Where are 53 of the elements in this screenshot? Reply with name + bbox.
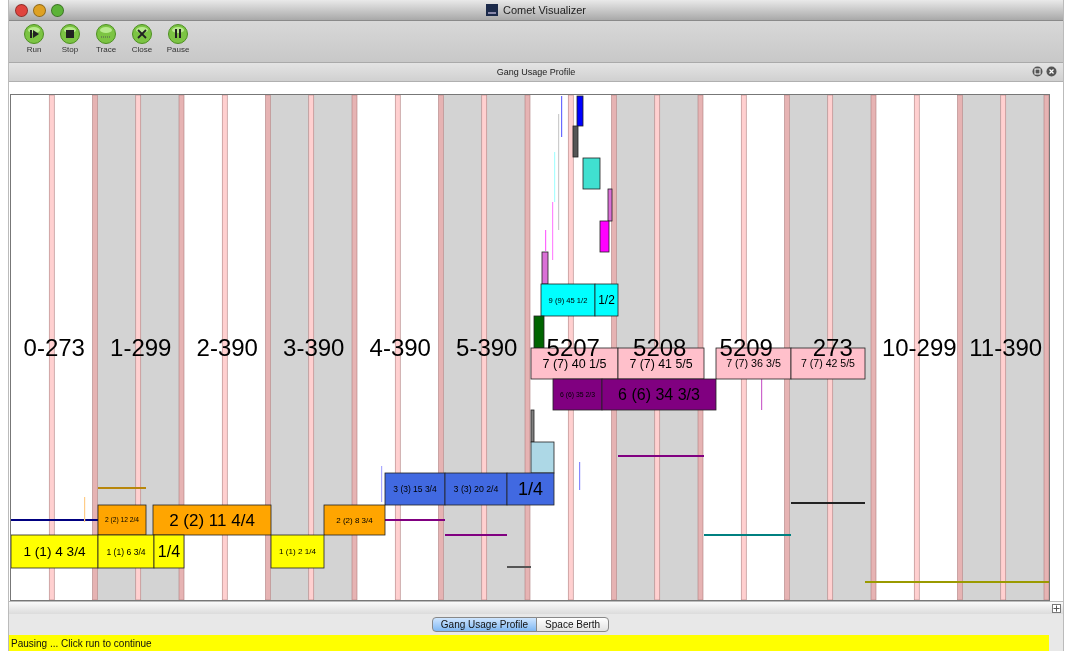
toolbar-button[interactable]: Run (19, 21, 49, 54)
block-label: 1/2 (598, 293, 615, 308)
track-line (385, 519, 445, 521)
restore-icon[interactable] (1032, 66, 1043, 77)
block-label: 7 (7) 42 5/5 (801, 357, 855, 370)
block-label: 7 (7) 40 1/5 (542, 356, 607, 371)
block-label: 7 (7) 41 5/5 (629, 356, 693, 371)
status-text: Pausing ... Click run to continue (11, 637, 152, 649)
block-label: 1/4 (157, 542, 181, 561)
block-label: 3 (3) 15 3/4 (393, 483, 437, 494)
app-icon (486, 4, 498, 16)
berth-label: 2-390 (196, 334, 258, 361)
minimize-window-button[interactable] (33, 3, 46, 17)
pause-icon (168, 24, 188, 44)
track-line (445, 534, 507, 536)
block-label: 7 (7) 36 3/5 (726, 357, 781, 370)
berth-label: 1-299 (110, 334, 172, 361)
track-line (545, 230, 547, 251)
berth-label: 11-390 (969, 334, 1043, 361)
toolbar-button[interactable]: Pause (163, 21, 193, 54)
expand-icon[interactable] (1052, 603, 1061, 613)
track-line (98, 487, 146, 489)
tab[interactable]: Space Berth (536, 616, 610, 632)
block-label: 1 (1) 2 1/4 (279, 547, 316, 557)
play-icon (24, 24, 44, 44)
toolbar-button[interactable]: Stop (55, 21, 85, 54)
block-label: 1/4 (518, 479, 543, 500)
berth-label: 0-273 (23, 334, 85, 361)
stop-icon (60, 24, 80, 44)
track-line (381, 466, 383, 502)
block-label: 1 (1) 4 3/4 (23, 544, 86, 560)
block-label: 2 (2) 11 4/4 (169, 510, 255, 530)
close-icon (132, 24, 152, 44)
block-label: 2 (2) 8 3/4 (336, 515, 373, 525)
track-line (507, 566, 531, 568)
close-icon[interactable] (1046, 66, 1057, 77)
block-label: 6 (6) 34 3/3 (618, 386, 700, 404)
block-label: 3 (3) 20 2/4 (453, 484, 499, 495)
zoom-window-button[interactable] (51, 3, 64, 17)
block-label: 1 (1) 6 3/4 (106, 546, 146, 557)
trace-icon (96, 24, 116, 44)
berth-label: 3-390 (283, 334, 345, 361)
track-line (761, 379, 763, 410)
toolbar-button[interactable]: Close (127, 21, 157, 54)
berth-label: 5-390 (456, 334, 518, 361)
berth-label: 10-299 (881, 334, 957, 361)
tab[interactable]: Gang Usage Profile (431, 616, 538, 632)
berth-label: 4-390 (369, 334, 431, 361)
toolbar-button[interactable]: Trace (91, 21, 121, 54)
track-line (579, 462, 581, 490)
window-title: Comet Visualizer (503, 4, 586, 16)
panel-title: Gang Usage Profile (496, 67, 576, 77)
close-window-button[interactable] (15, 3, 28, 17)
